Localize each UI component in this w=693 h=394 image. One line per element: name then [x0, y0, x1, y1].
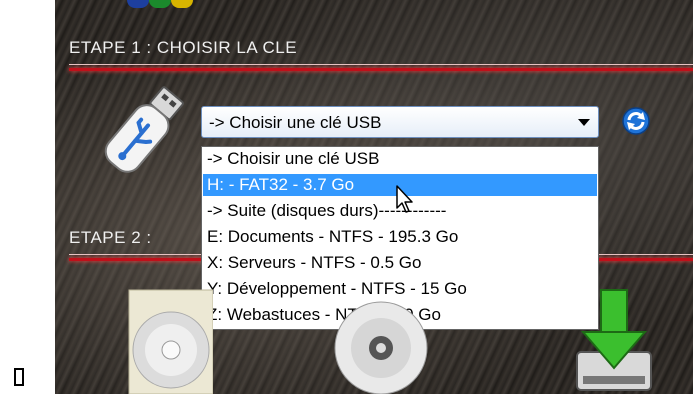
dropdown-option[interactable]: X: Serveurs - NTFS - 0.5 Go	[203, 252, 597, 274]
mouse-cursor-icon	[396, 185, 413, 213]
dropdown-option[interactable]: E: Documents - NTFS - 195.3 Go	[203, 226, 597, 248]
refresh-icon[interactable]	[621, 106, 651, 136]
usb-key-icon	[104, 86, 184, 173]
chevron-down-icon[interactable]	[578, 119, 590, 126]
step-1-divider	[69, 68, 693, 71]
color-tab-yellow	[171, 0, 193, 8]
step-1-divider-light	[69, 64, 693, 65]
usb-key-select[interactable]: -> Choisir une clé USB	[201, 106, 599, 138]
dropdown-option[interactable]: -> Choisir une clé USB	[203, 148, 597, 170]
usb-key-select-value: -> Choisir une clé USB	[209, 113, 382, 132]
app-window: ETAPE 1 : CHOISIR LA CLE ETAPE 2 : -> Ch…	[55, 0, 693, 394]
color-tab-blue	[127, 0, 149, 8]
download-drive-icon	[576, 289, 652, 391]
cd-disc-icon	[128, 289, 213, 394]
missing-glyph	[14, 368, 24, 386]
color-tab-green	[149, 0, 171, 8]
cd-disc-icon	[334, 301, 428, 394]
step-2-title: ETAPE 2 :	[69, 228, 152, 247]
step-1-title: ETAPE 1 : CHOISIR LA CLE	[69, 38, 298, 57]
